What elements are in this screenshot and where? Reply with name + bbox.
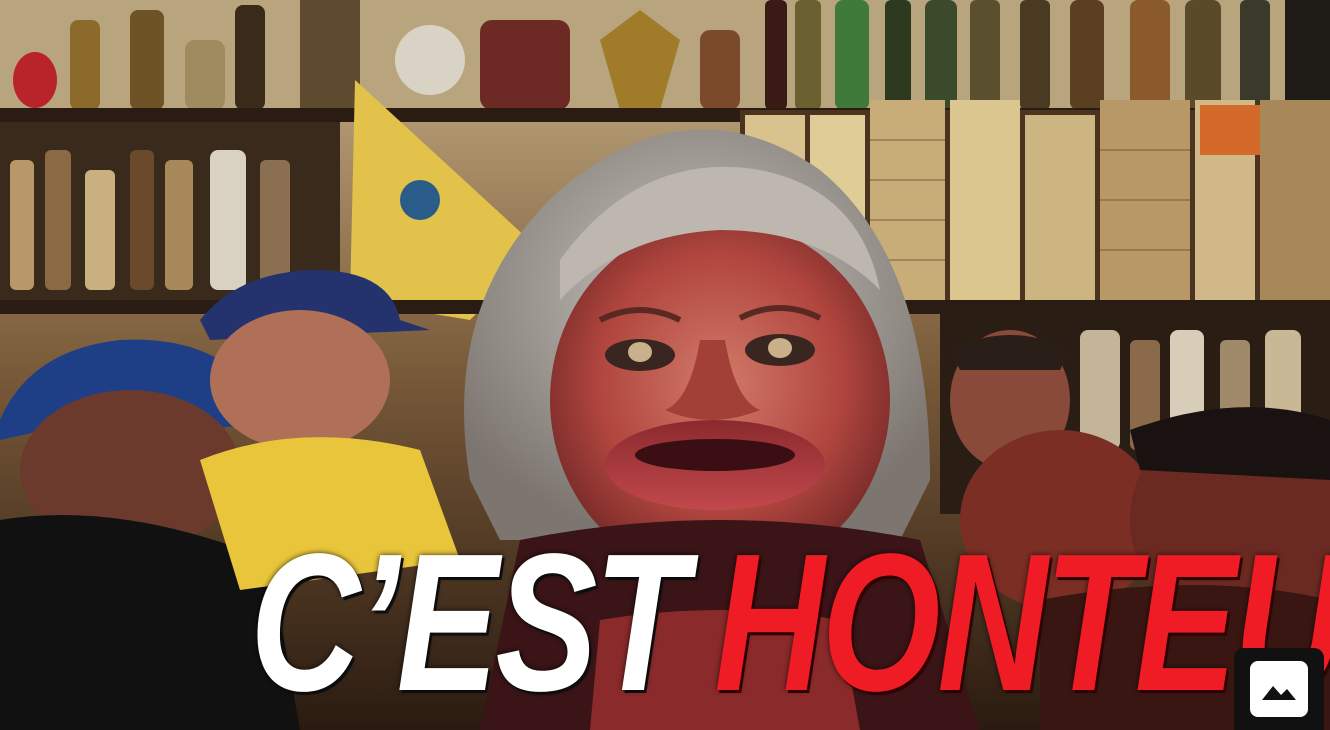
video-caption: C’ESTHONTEUX (250, 515, 1330, 730)
media-gallery-button[interactable] (1234, 648, 1324, 730)
caption-word-white: C’EST (250, 513, 688, 730)
video-frame: C’ESTHONTEUX (0, 0, 1330, 730)
media-button-tile (1250, 661, 1308, 717)
image-icon (1262, 686, 1296, 700)
